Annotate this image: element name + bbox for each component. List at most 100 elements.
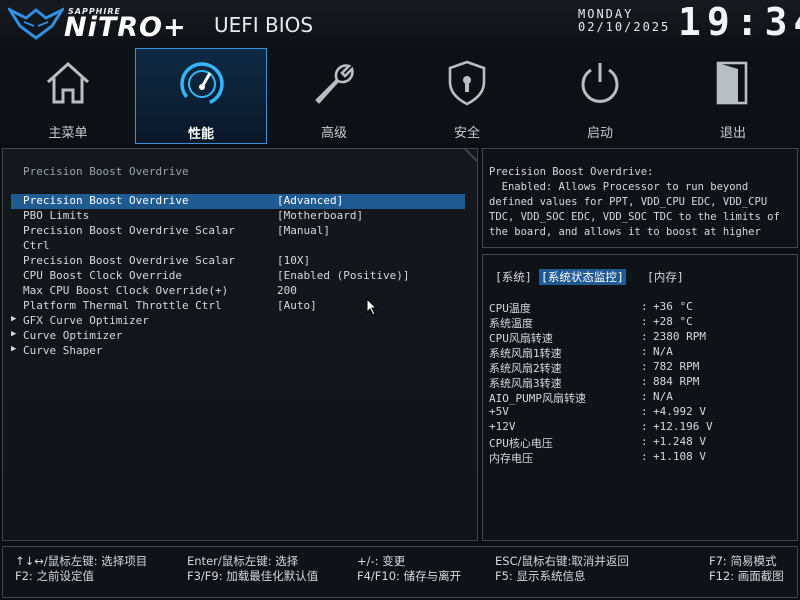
- monitor-tab-memory[interactable]: [内存]: [647, 269, 684, 285]
- setting-label: Platform Thermal Throttle Ctrl: [23, 299, 222, 312]
- monitor-value: 2380 RPM: [653, 330, 706, 343]
- sapphire-wolf-logo-icon: [8, 7, 64, 40]
- submenu-label: Curve Shaper: [23, 344, 103, 357]
- setting-row-platform-thermal-throttle[interactable]: Platform Thermal Throttle Ctrl [Auto]: [11, 299, 465, 314]
- monitor-label: +5V: [489, 405, 509, 418]
- monitor-value: N/A: [653, 390, 673, 403]
- setting-label: Max CPU Boost Clock Override(+): [23, 284, 229, 297]
- setting-label-continued: Ctrl: [23, 239, 50, 252]
- monitor-row-sys-fan3: 系统风扇3转速: 884 RPM: [489, 375, 700, 390]
- monitor-label: 内存电压: [489, 452, 533, 465]
- tab-label: 启动: [586, 126, 613, 141]
- help-panel: Precision Boost Overdrive: Enabled: Allo…: [482, 148, 798, 248]
- monitor-value: +1.108 V: [653, 450, 706, 463]
- hint-save-exit: F4/F10: 储存与离开: [357, 569, 462, 583]
- monitor-value: +1.248 V: [653, 435, 706, 448]
- tab-performance[interactable]: 性能: [135, 48, 267, 144]
- monitor-label: 系统温度: [489, 317, 533, 330]
- monitor-tab-system[interactable]: [系统]: [495, 269, 532, 285]
- monitor-value: +12.196 V: [653, 420, 713, 433]
- setting-value[interactable]: [Auto]: [277, 299, 317, 312]
- setting-label: CPU Boost Clock Override: [23, 269, 182, 282]
- monitor-row-5v: +5V: +4.992 V: [489, 405, 706, 418]
- help-text: Precision Boost Overdrive: Enabled: Allo…: [489, 166, 780, 238]
- exit-door-icon: [716, 61, 748, 105]
- submenu-arrow-icon: ▶: [11, 344, 17, 354]
- shield-lock-icon: [448, 60, 486, 106]
- setting-value[interactable]: [Manual]: [277, 224, 330, 237]
- key-hint-bar: ↑↓↔/鼠标左键: 选择项目 F2: 之前设定值 Enter/鼠标左键: 选择 …: [2, 546, 798, 598]
- setting-value[interactable]: 200: [277, 284, 297, 297]
- monitor-tab-system-status[interactable]: [系统状态监控]: [539, 269, 626, 285]
- setting-value[interactable]: [Advanced]: [277, 194, 343, 207]
- hint-change: +/-: 变更: [357, 554, 406, 568]
- setting-label: Precision Boost Overdrive Scalar: [23, 254, 235, 267]
- submenu-arrow-icon: ▶: [11, 329, 17, 339]
- submenu-gfx-curve-optimizer[interactable]: ▶ GFX Curve Optimizer: [11, 314, 465, 329]
- hint-select: Enter/鼠标左键: 选择: [187, 554, 299, 568]
- tab-exit[interactable]: 退出: [667, 48, 799, 144]
- setting-row-pbo-limits[interactable]: PBO Limits [Motherboard]: [11, 209, 465, 224]
- setting-row-cpu-boost-clock-override[interactable]: CPU Boost Clock Override [Enabled (Posit…: [11, 269, 465, 284]
- tab-label: 高级: [320, 126, 347, 141]
- tab-advanced[interactable]: 高级: [268, 48, 400, 144]
- mouse-cursor-icon: [366, 298, 378, 316]
- monitor-label: CPU温度: [489, 302, 531, 315]
- tab-label: 性能: [187, 127, 214, 142]
- monitor-label: CPU核心电压: [489, 437, 553, 450]
- monitor-label: CPU风扇转速: [489, 332, 553, 345]
- header-bar: SAPPHIRE NiTRO+ UEFI BIOS MONDAY 02/10/2…: [0, 0, 800, 48]
- setting-row-pbo-scalar[interactable]: Precision Boost Overdrive Scalar [10X]: [11, 254, 465, 269]
- submenu-curve-shaper[interactable]: ▶ Curve Shaper: [11, 344, 465, 359]
- monitor-row-aio-pump: AIO_PUMP风扇转速: N/A: [489, 390, 673, 405]
- submenu-curve-optimizer[interactable]: ▶ Curve Optimizer: [11, 329, 465, 344]
- hint-easy-mode: F7: 简易模式: [709, 554, 777, 568]
- tab-security[interactable]: 安全: [401, 48, 533, 144]
- hint-cancel-return: ESC/鼠标右键:取消并返回: [495, 554, 629, 568]
- brand-logo-text: NiTRO+: [64, 12, 187, 43]
- tab-label: 退出: [719, 126, 746, 141]
- setting-row-pbo-scalar-ctrl[interactable]: Precision Boost Overdrive Scalar [Manual…: [11, 224, 465, 239]
- monitor-row-sys-fan2: 系统风扇2转速: 782 RPM: [489, 360, 700, 375]
- setting-row-max-cpu-boost-override[interactable]: Max CPU Boost Clock Override(+) 200: [11, 284, 465, 299]
- hardware-monitor-panel: [系统] [系统状态监控] [内存] CPU温度: +36 °C 系统温度: +…: [482, 254, 798, 541]
- panel-title: Precision Boost Overdrive: [23, 165, 189, 178]
- setting-value[interactable]: [Enabled (Positive)]: [277, 269, 409, 282]
- setting-value[interactable]: [10X]: [277, 254, 310, 267]
- setting-label: Precision Boost Overdrive: [23, 194, 189, 207]
- hint-screenshot: F12: 画面截图: [709, 569, 784, 583]
- settings-panel: Precision Boost Overdrive Precision Boos…: [2, 148, 478, 541]
- tab-main-menu[interactable]: 主菜单: [2, 48, 134, 144]
- hint-select-item: ↑↓↔/鼠标左键: 选择项目: [15, 554, 148, 568]
- setting-row-precision-boost-overdrive[interactable]: Precision Boost Overdrive [Advanced]: [11, 194, 465, 209]
- panel-corner-decoration: [464, 148, 478, 162]
- speedometer-icon: [180, 62, 224, 106]
- tab-boot[interactable]: 启动: [534, 48, 666, 144]
- monitor-label: +12V: [489, 420, 516, 433]
- monitor-value: 884 RPM: [653, 375, 700, 388]
- monitor-row-cpu-fan: CPU风扇转速: 2380 RPM: [489, 330, 706, 345]
- monitor-row-cpu-core-voltage: CPU核心电压: +1.248 V: [489, 435, 706, 450]
- clock: 19:34: [678, 0, 800, 44]
- monitor-value: +4.992 V: [653, 405, 706, 418]
- monitor-label: 系统风扇3转速: [489, 377, 562, 390]
- weekday-label: MONDAY: [578, 7, 634, 21]
- setting-value[interactable]: [Motherboard]: [277, 209, 363, 222]
- monitor-row-memory-voltage: 内存电压: +1.108 V: [489, 450, 706, 465]
- submenu-arrow-icon: ▶: [11, 314, 17, 324]
- main-nav: 主菜单 性能 高级 安全 启动 退出: [0, 48, 800, 144]
- monitor-value: +28 °C: [653, 315, 693, 328]
- power-icon: [581, 63, 619, 103]
- setting-label: PBO Limits: [23, 209, 90, 222]
- monitor-label: 系统风扇1转速: [489, 347, 562, 360]
- date-label: 02/10/2025: [578, 20, 671, 34]
- tab-label: 安全: [453, 126, 480, 141]
- hint-previous-values: F2: 之前设定值: [15, 569, 94, 583]
- setting-label: Precision Boost Overdrive Scalar: [23, 224, 235, 237]
- monitor-value: +36 °C: [653, 300, 693, 313]
- monitor-label: 系统风扇2转速: [489, 362, 562, 375]
- monitor-value: N/A: [653, 345, 673, 358]
- submenu-label: Curve Optimizer: [23, 329, 123, 342]
- setting-row-pbo-scalar-ctrl-wrap: Ctrl: [11, 239, 465, 254]
- hint-load-defaults: F3/F9: 加载最佳化默认值: [187, 569, 319, 583]
